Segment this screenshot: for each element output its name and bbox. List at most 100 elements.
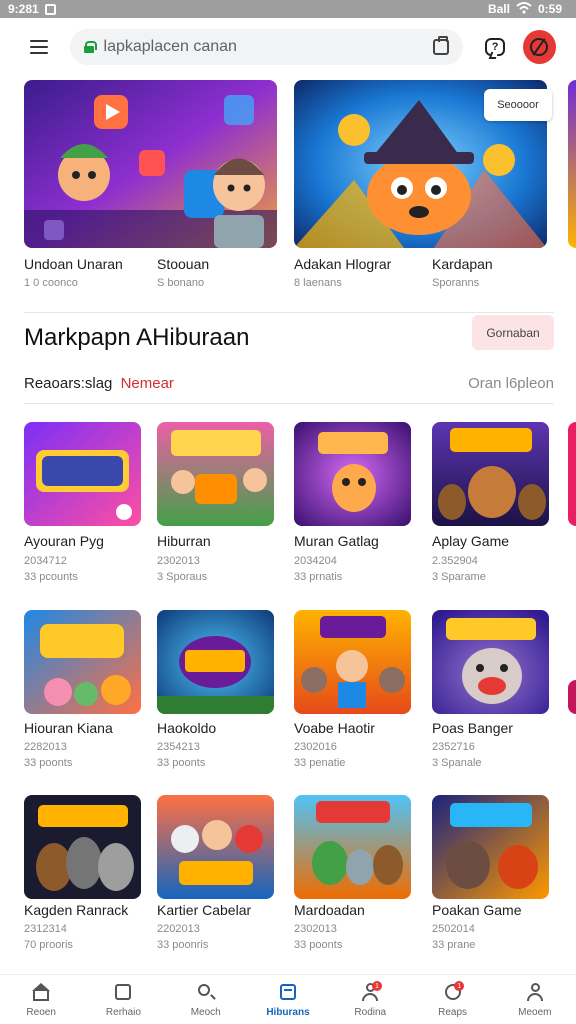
game-title: Hiburran [157, 533, 211, 549]
status-bar: 9:281 Ball 0:59 [0, 0, 576, 18]
lock-icon [83, 41, 97, 53]
game-meta: 2034712 33 pcounts [24, 553, 78, 585]
game-date: 2202013 [157, 923, 200, 935]
chat-icon[interactable]: ? [485, 38, 505, 56]
featured-subtitle: 1 0 coonco [24, 277, 78, 289]
game-title: Mardoadan [294, 902, 365, 918]
game-thumbnail-peek[interactable] [568, 680, 576, 714]
game-points: 3 Sporaus [157, 571, 208, 583]
avatar[interactable] [522, 30, 556, 64]
profile-icon [525, 983, 545, 1001]
nav-item-profile[interactable]: Meoem [494, 975, 576, 1024]
game-title: Muran Gatlag [294, 533, 379, 549]
game-date: 2312314 [24, 923, 67, 935]
game-points: 33 prnatis [294, 571, 343, 583]
battery-time: 0:59 [537, 2, 562, 16]
game-points: 33 prane [432, 939, 476, 951]
game-meta: 2352716 3 Spanale [432, 739, 482, 771]
nav-label: Hiburans [266, 1007, 310, 1018]
game-meta: 2.352904 3 Sparame [432, 553, 486, 585]
game-points: 3 Sparame [432, 571, 486, 583]
game-meta: 2202013 33 poonris [157, 921, 208, 953]
nav-label: Reoen [26, 1007, 56, 1018]
featured-title: Undoan Unaran [24, 256, 123, 272]
game-points: 33 pcounts [24, 571, 78, 583]
game-points: 33 poonts [294, 939, 343, 951]
game-date: 2302013 [294, 923, 337, 935]
nav-label: Meoem [518, 1007, 552, 1018]
nav-label: Rerhaio [105, 1007, 141, 1018]
game-thumbnail[interactable] [157, 610, 274, 714]
nav-item-search[interactable]: Meoch [165, 975, 247, 1024]
game-thumbnail[interactable] [24, 610, 141, 714]
game-thumbnail[interactable] [24, 795, 141, 899]
game-points: 3 Spanale [432, 757, 482, 769]
view-all-link[interactable]: Oran l6pleon [468, 375, 554, 392]
game-meta: 2302016 33 penatie [294, 739, 345, 771]
game-thumbnail[interactable] [157, 422, 274, 526]
game-points: 33 poonris [157, 939, 209, 951]
bottom-navigation: Reoen Rerhaio Meoch Hiburans 1 Rodina 1 … [0, 974, 576, 1024]
search-bar[interactable]: lapkaplacen canan [69, 29, 464, 65]
home-icon [31, 983, 51, 1001]
notification-badge: 1 [371, 981, 382, 991]
search-input[interactable]: lapkaplacen canan [104, 38, 434, 56]
tabs-icon[interactable] [433, 36, 450, 55]
featured-card-peek[interactable] [568, 80, 576, 248]
game-thumbnail[interactable] [294, 795, 411, 899]
game-points: 33 poonts [24, 757, 73, 769]
nav-label: Rodina [354, 1007, 387, 1018]
game-title: Hiouran Kiana [24, 720, 113, 736]
wifi-icon [516, 1, 532, 17]
game-thumbnail[interactable] [432, 795, 549, 899]
game-thumbnail[interactable] [157, 795, 274, 899]
game-meta: 2354213 33 poonts [157, 739, 205, 771]
game-meta: 2312314 70 prooris [24, 921, 73, 953]
nav-item-home[interactable]: Reoen [0, 975, 82, 1024]
browse-icon [113, 983, 133, 1001]
top-bar: lapkaplacen canan ? [0, 18, 576, 76]
game-thumbnail[interactable] [432, 422, 549, 526]
notification-icon [44, 3, 56, 15]
featured-title: Kardapan [432, 256, 493, 272]
featured-card[interactable] [24, 80, 277, 248]
nav-item-rewards[interactable]: 1 Reaps [411, 975, 493, 1024]
game-thumbnail[interactable] [24, 422, 141, 526]
game-title: Poakan Game [432, 902, 522, 918]
search-icon [196, 983, 216, 1001]
game-points: 33 poonts [157, 757, 206, 769]
game-date: 2352716 [432, 741, 475, 753]
season-button[interactable]: Seoooor [484, 89, 552, 121]
game-thumbnail[interactable] [432, 610, 549, 714]
nav-item-social[interactable]: 1 Rodina [329, 975, 411, 1024]
section-action-button[interactable]: Gornaban [472, 315, 554, 350]
game-thumbnail[interactable] [294, 422, 411, 526]
filter-new-link[interactable]: Nemear [121, 375, 174, 392]
game-date: 2502014 [432, 923, 475, 935]
filter-row: Reaoars:slag Nemear Oran l6pleon [24, 375, 554, 392]
notification-badge: 1 [454, 981, 465, 991]
nav-label: Reaps [438, 1007, 467, 1018]
hamburger-menu-icon[interactable] [28, 38, 50, 56]
game-meta: 2282013 33 poonts [24, 739, 72, 771]
game-title: Aplay Game [432, 533, 510, 549]
nav-item-entertainment[interactable]: Hiburans [247, 975, 329, 1024]
featured-subtitle: S bonano [157, 277, 205, 289]
game-title: Kartier Cabelar [157, 902, 252, 918]
game-date: 2302013 [157, 555, 200, 567]
game-points: 70 prooris [24, 939, 73, 951]
game-thumbnail-peek[interactable] [568, 422, 576, 526]
game-thumbnail[interactable] [294, 610, 411, 714]
status-time: 9:281 [8, 2, 39, 16]
nav-item-browse[interactable]: Rerhaio [82, 975, 164, 1024]
featured-title: Adakan Hlograr [294, 256, 392, 272]
divider [24, 312, 554, 313]
featured-subtitle: Sporanns [432, 277, 480, 289]
game-meta: 2502014 33 prane [432, 921, 475, 953]
game-title: Ayouran Pyg [24, 533, 104, 549]
game-date: 2034204 [294, 555, 337, 567]
game-points: 33 penatie [294, 757, 346, 769]
nav-label: Meoch [190, 1007, 221, 1018]
game-title: Kagden Ranrack [24, 902, 129, 918]
game-date: 2.352904 [432, 555, 478, 567]
